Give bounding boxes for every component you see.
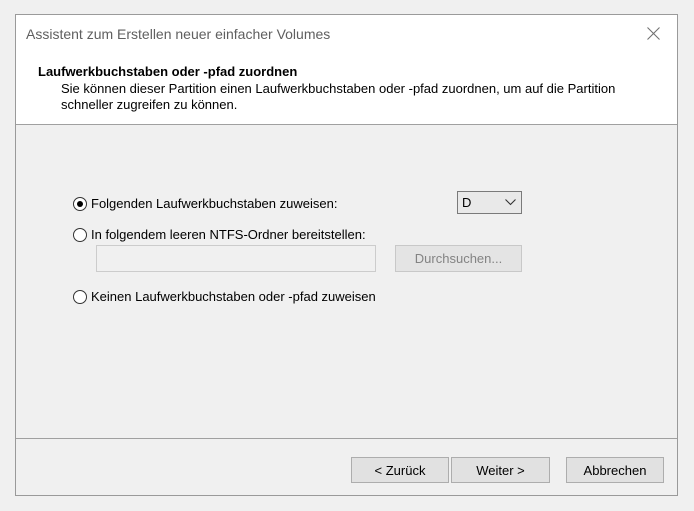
radio-checked-icon[interactable] [73, 196, 87, 211]
browse-button[interactable]: Durchsuchen... [395, 245, 522, 272]
radio-no-letter[interactable]: Keinen Laufwerkbuchstaben oder -pfad zuw… [73, 289, 376, 304]
cancel-button-label: Abbrechen [583, 462, 647, 478]
browse-button-label: Durchsuchen... [414, 251, 503, 266]
radio-unchecked-icon[interactable] [73, 227, 87, 242]
cancel-button[interactable]: Abbrechen [566, 457, 664, 483]
radio-assign-letter-label: Folgenden Laufwerkbuchstaben zuweisen: [91, 196, 338, 211]
back-button-label: < Zurück [374, 462, 426, 478]
folder-path-input[interactable] [96, 245, 376, 272]
wizard-window: Assistent zum Erstellen neuer einfacher … [15, 14, 678, 496]
wizard-header: Laufwerkbuchstaben oder -pfad zuordnen S… [16, 53, 677, 125]
close-icon [647, 27, 660, 40]
radio-unchecked-icon[interactable] [73, 289, 87, 304]
footer-divider [16, 438, 677, 439]
drive-letter-value: D [462, 195, 472, 210]
title-bar: Assistent zum Erstellen neuer einfacher … [16, 15, 677, 53]
drive-letter-select[interactable]: D [457, 191, 522, 214]
radio-mount-folder-label: In folgendem leeren NTFS-Ordner bereitst… [91, 227, 366, 242]
back-button[interactable]: < Zurück [351, 457, 449, 483]
chevron-down-icon [505, 199, 516, 206]
radio-assign-letter[interactable]: Folgenden Laufwerkbuchstaben zuweisen: [73, 196, 337, 211]
radio-mount-folder[interactable]: In folgendem leeren NTFS-Ordner bereitst… [73, 227, 366, 242]
page-description: Sie können dieser Partition einen Laufwe… [61, 81, 616, 112]
next-button[interactable]: Weiter > [451, 457, 550, 483]
close-button[interactable] [631, 15, 677, 53]
window-title: Assistent zum Erstellen neuer einfacher … [26, 26, 331, 42]
radio-no-letter-label: Keinen Laufwerkbuchstaben oder -pfad zuw… [91, 289, 376, 304]
next-button-label: Weiter > [476, 462, 525, 478]
page-title: Laufwerkbuchstaben oder -pfad zuordnen [38, 64, 298, 79]
